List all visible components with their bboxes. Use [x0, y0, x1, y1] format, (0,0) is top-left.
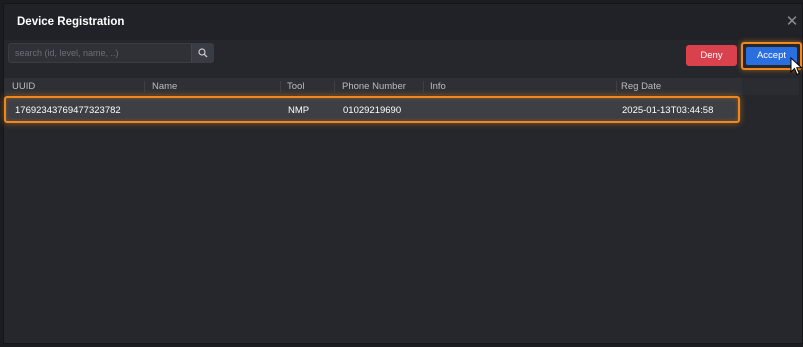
column-divider [423, 81, 424, 92]
column-header-phone[interactable]: Phone Number [342, 81, 412, 93]
column-header-tool[interactable]: Tool [287, 81, 310, 93]
dialog-title: Device Registration [17, 16, 125, 28]
table-header: UUID Name Tool Phone Number Info Reg Dat… [4, 78, 742, 95]
search-box [8, 43, 214, 63]
table-row[interactable]: 17692343769477323782 NMP 01029219690 202… [4, 96, 740, 123]
column-header-info[interactable]: Info [430, 81, 452, 93]
search-icon [198, 48, 208, 58]
column-divider [280, 81, 281, 92]
close-icon[interactable]: ✕ [785, 14, 799, 29]
cell-uuid: 17692343769477323782 [15, 105, 121, 116]
table-header-filler [742, 78, 799, 95]
column-header-uuid[interactable]: UUID [12, 81, 41, 93]
column-divider [144, 81, 145, 92]
deny-button[interactable]: Deny [686, 45, 737, 66]
column-divider [334, 81, 335, 92]
cell-phone: 01029219690 [343, 105, 402, 116]
column-header-name[interactable]: Name [152, 81, 183, 93]
dialog-header: Device Registration ✕ [4, 4, 802, 40]
column-divider [616, 81, 617, 92]
mouse-pointer-icon [790, 57, 803, 76]
column-header-reg-date[interactable]: Reg Date [621, 81, 667, 93]
search-button[interactable] [191, 44, 213, 62]
search-input[interactable] [9, 44, 189, 62]
cell-tool: NMP [288, 105, 310, 116]
cell-reg-date: 2025-01-13T03:44:58 [622, 105, 714, 116]
